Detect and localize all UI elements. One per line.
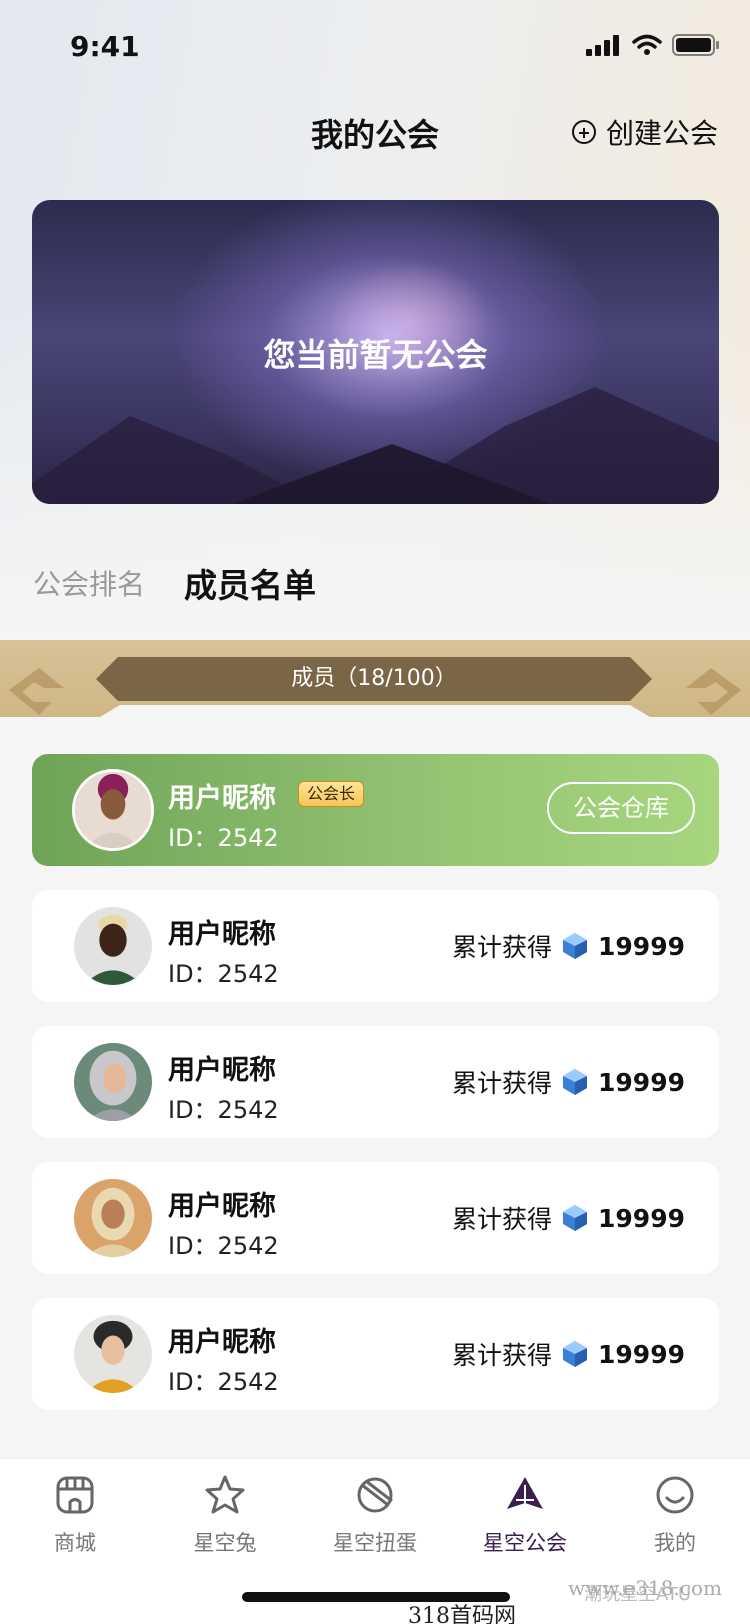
no-guild-text: 您当前暂无公会 [263,336,488,374]
signal-icon [586,35,619,56]
gem-icon [563,1205,588,1231]
total-earned: 累计获得 19999 [452,928,685,964]
member-card[interactable]: 用户昵称 ID：2542 累计获得 19999 [32,1026,719,1138]
tab-star-rabbit[interactable]: 星空兔 [150,1473,300,1557]
member-name: 用户昵称 [168,919,276,950]
capsule-icon [357,1477,393,1513]
tab-star-capsule[interactable]: 星空扭蛋 [300,1473,450,1557]
smile-icon [656,1476,694,1514]
status-time: 9:41 [70,30,140,63]
member-name: 用户昵称 [168,1327,276,1358]
tab-label: 商城 [54,1531,96,1555]
tab-label: 星空兔 [193,1531,257,1555]
member-name: 用户昵称 [168,1055,276,1086]
watermark-url: www.e318.com [568,1576,722,1600]
member-name: 用户昵称 [168,1191,276,1222]
guild-banner: 您当前暂无公会 [32,200,719,504]
member-id: ID：2542 [168,1232,279,1260]
leader-card[interactable]: 用户昵称 公会长 ID：2542 公会仓库 [32,754,719,866]
member-count-label: 成员（18/100） [118,657,630,701]
earned-value: 19999 [598,1203,685,1233]
earned-value: 19999 [598,1067,685,1097]
total-earned: 累计获得 19999 [452,1200,685,1236]
member-name: 用户昵称 [168,783,276,814]
gem-icon [563,1069,588,1095]
watermark-site: 318首码网 [408,1604,516,1624]
member-card[interactable]: 用户昵称 ID：2542 累计获得 19999 [32,890,719,1002]
earned-label: 累计获得 [452,1205,553,1234]
member-id: ID：2542 [168,1096,279,1124]
guild-leader-badge: 公会长 [298,781,365,807]
create-guild-label: 创建公会 [605,117,718,150]
member-card[interactable]: 用户昵称 ID：2542 累计获得 19999 [32,1298,719,1410]
gem-icon [563,933,588,959]
status-icons [586,34,720,56]
member-id: ID：2542 [168,960,279,988]
avatar[interactable] [74,1315,152,1393]
member-id: ID：2542 [168,824,279,852]
battery-icon [672,34,719,56]
guild-icon [507,1477,543,1509]
gem-icon [563,1341,588,1367]
earned-label: 累计获得 [452,1069,553,1098]
band-cutout [0,705,750,745]
total-earned: 累计获得 19999 [452,1064,685,1100]
earned-label: 累计获得 [452,933,553,962]
add-circle-icon [571,120,596,144]
ornament-icon [686,668,741,715]
member-id: ID：2542 [168,1368,279,1396]
avatar[interactable] [74,907,152,985]
tab-store[interactable]: 商城 [0,1473,150,1557]
avatar[interactable] [74,1043,152,1121]
tab-label: 星空公会 [483,1531,567,1555]
tab-label: 我的 [654,1531,696,1555]
total-earned: 累计获得 19999 [452,1336,685,1372]
earned-value: 19999 [598,1339,685,1369]
earned-value: 19999 [598,931,685,961]
avatar[interactable] [74,1179,152,1257]
tab-mine[interactable]: 我的 [600,1473,750,1557]
tab-star-guild[interactable]: 星空公会 [450,1473,600,1557]
pill-right-arrow [630,657,652,701]
pill-left-arrow [96,657,118,701]
tab-label: 星空扭蛋 [333,1531,417,1555]
tab-member-list[interactable]: 成员名单 [184,559,316,607]
wifi-icon [632,34,662,55]
tab-guild-ranking[interactable]: 公会排名 [33,563,145,603]
star-icon [205,1475,245,1514]
member-card[interactable]: 用户昵称 ID：2542 累计获得 19999 [32,1162,719,1274]
create-guild-button[interactable]: 创建公会 [571,112,718,152]
ornament-icon [9,668,64,715]
avatar[interactable] [72,769,154,851]
store-icon [56,1476,94,1514]
guild-warehouse-button[interactable]: 公会仓库 [547,782,695,834]
earned-label: 累计获得 [452,1341,553,1370]
